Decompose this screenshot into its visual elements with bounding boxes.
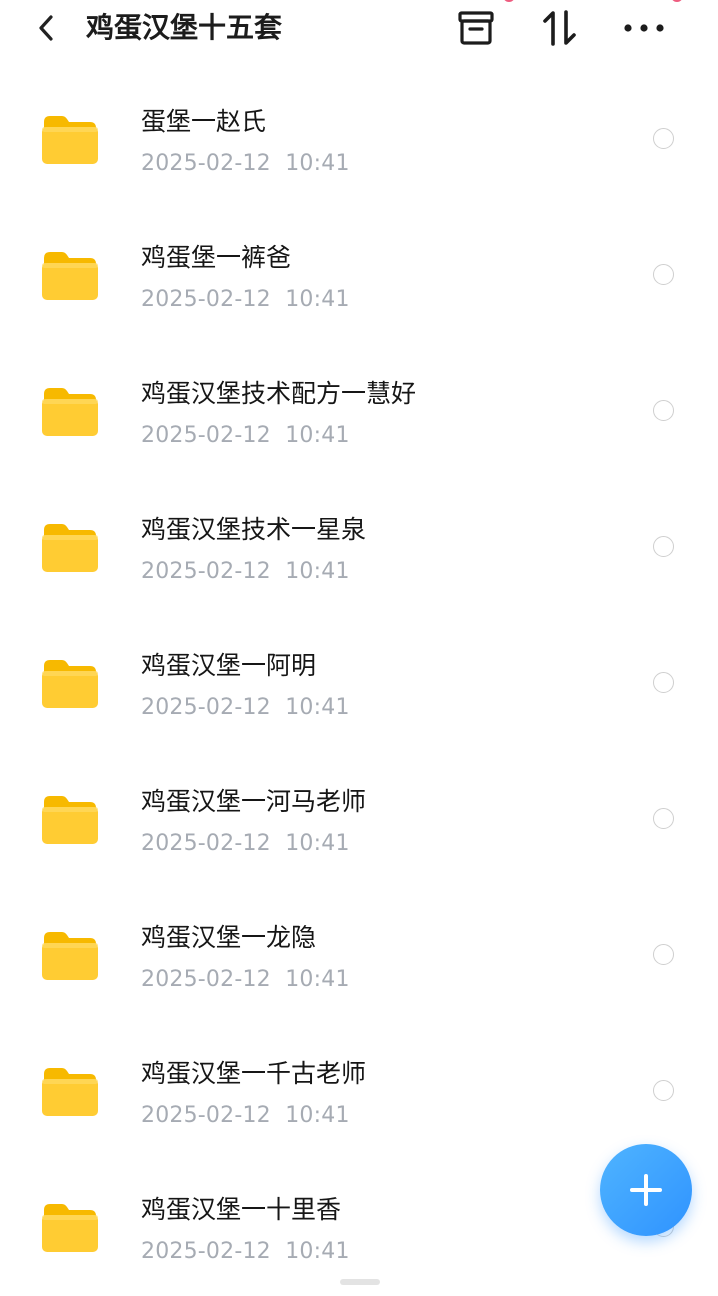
folder-icon <box>42 388 98 436</box>
folder-name: 蛋堡一赵氏 <box>141 107 267 136</box>
folder-row[interactable]: 鸡蛋汉堡一龙隐 2025-02-12 10:41 <box>0 888 718 1024</box>
select-checkbox[interactable] <box>653 264 674 285</box>
folder-date: 2025-02-12 10:41 <box>141 287 350 312</box>
sort-button[interactable] <box>536 6 584 50</box>
folder-row[interactable]: 鸡蛋汉堡一千古老师 2025-02-12 10:41 <box>0 1024 718 1160</box>
folder-row[interactable]: 鸡蛋汉堡一河马老师 2025-02-12 10:41 <box>0 752 718 888</box>
select-checkbox[interactable] <box>653 536 674 557</box>
back-button[interactable] <box>26 8 66 48</box>
folder-date: 2025-02-12 10:41 <box>141 559 350 584</box>
folder-name: 鸡蛋汉堡一河马老师 <box>141 787 367 816</box>
folder-name: 鸡蛋堡一裤爸 <box>141 243 292 272</box>
folder-name: 鸡蛋汉堡一十里香 <box>141 1195 342 1224</box>
folder-icon <box>42 252 98 300</box>
notification-dot <box>671 0 683 2</box>
select-checkbox[interactable] <box>653 672 674 693</box>
folder-date: 2025-02-12 10:41 <box>141 831 350 856</box>
top-bar: 鸡蛋汉堡十五套 <box>0 0 718 60</box>
chevron-left-icon <box>39 15 53 41</box>
folder-name: 鸡蛋汉堡一龙隐 <box>141 923 317 952</box>
add-button[interactable] <box>600 1144 692 1236</box>
folder-date: 2025-02-12 10:41 <box>141 967 350 992</box>
folder-list: 蛋堡一赵氏 2025-02-12 10:41 鸡蛋堡一裤爸 2025-02-12 10… <box>0 72 718 1296</box>
folder-name: 鸡蛋汉堡技术配方一慧好 <box>141 379 417 408</box>
folder-row[interactable]: 鸡蛋汉堡技术一星泉 2025-02-12 10:41 <box>0 480 718 616</box>
select-checkbox[interactable] <box>653 808 674 829</box>
archive-button[interactable] <box>452 6 500 50</box>
select-checkbox[interactable] <box>653 400 674 421</box>
folder-name: 鸡蛋汉堡技术一星泉 <box>141 515 367 544</box>
folder-icon <box>42 796 98 844</box>
folder-icon <box>42 116 98 164</box>
notification-dot <box>503 0 515 2</box>
sort-icon <box>543 10 576 46</box>
folder-date: 2025-02-12 10:41 <box>141 1239 350 1264</box>
archive-icon <box>458 11 494 45</box>
folder-icon <box>42 932 98 980</box>
folder-icon <box>42 660 98 708</box>
folder-icon <box>42 1204 98 1252</box>
select-checkbox[interactable] <box>653 1080 674 1101</box>
folder-date: 2025-02-12 10:41 <box>141 695 350 720</box>
folder-date: 2025-02-12 10:41 <box>141 151 350 176</box>
folder-row[interactable]: 蛋堡一赵氏 2025-02-12 10:41 <box>0 72 718 208</box>
folder-icon <box>42 1068 98 1116</box>
more-icon <box>624 24 664 32</box>
folder-row[interactable]: 鸡蛋汉堡技术配方一慧好 2025-02-12 10:41 <box>0 344 718 480</box>
home-indicator <box>340 1279 380 1285</box>
folder-name: 鸡蛋汉堡一阿明 <box>141 651 317 680</box>
plus-icon <box>630 1174 662 1206</box>
folder-date: 2025-02-12 10:41 <box>141 1103 350 1128</box>
folder-name: 鸡蛋汉堡一千古老师 <box>141 1059 367 1088</box>
select-checkbox[interactable] <box>653 944 674 965</box>
select-checkbox[interactable] <box>653 128 674 149</box>
more-button[interactable] <box>620 6 668 50</box>
folder-icon <box>42 524 98 572</box>
page-title: 鸡蛋汉堡十五套 <box>86 11 283 44</box>
folder-row[interactable]: 鸡蛋堡一裤爸 2025-02-12 10:41 <box>0 208 718 344</box>
folder-row[interactable]: 鸡蛋汉堡一阿明 2025-02-12 10:41 <box>0 616 718 752</box>
folder-date: 2025-02-12 10:41 <box>141 423 350 448</box>
